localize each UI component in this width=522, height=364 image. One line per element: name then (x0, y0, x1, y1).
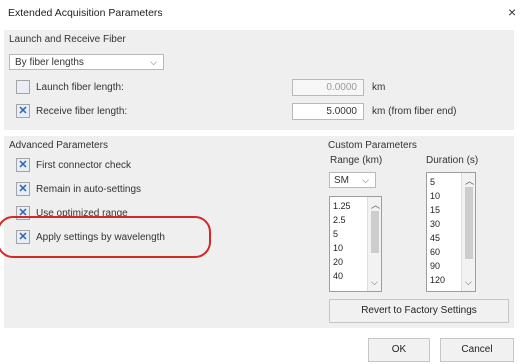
duration-header: Duration (s) (426, 155, 479, 166)
duration-item[interactable]: 90 (427, 259, 461, 273)
receive-fiber-value: 5.0000 (326, 106, 357, 117)
duration-scroll-thumb[interactable] (465, 187, 473, 259)
remain-auto-label: Remain in auto-settings (36, 184, 142, 195)
launch-fiber-input[interactable]: 0.0000 (292, 79, 364, 96)
range-scrollbar[interactable]: ︿ ⌵ (367, 197, 381, 291)
launch-fiber-checkbox[interactable] (16, 80, 30, 94)
duration-item[interactable]: 45 (427, 231, 461, 245)
duration-item[interactable]: 120 (427, 273, 461, 287)
advanced-title: Advanced Parameters (9, 140, 108, 151)
range-header: Range (km) (330, 155, 383, 166)
revert-factory-button[interactable]: Revert to Factory Settings (329, 299, 509, 323)
launch-receive-title: Launch and Receive Fiber (9, 34, 126, 45)
range-item[interactable]: 20 (330, 255, 366, 269)
first-connector-label: First connector check (36, 160, 132, 171)
duration-list: 5 10 15 30 45 60 90 120 (427, 175, 461, 287)
chevron-down-icon: ⌵ (362, 175, 369, 185)
duration-item[interactable]: 15 (427, 203, 461, 217)
range-item[interactable]: 10 (330, 241, 366, 255)
fiber-type-select[interactable]: SM ⌵ (329, 172, 376, 188)
remain-auto-checkbox[interactable] (16, 182, 30, 196)
launch-fiber-unit: km (372, 82, 386, 93)
launch-fiber-label: Launch fiber length: (36, 82, 124, 93)
range-listbox[interactable]: 1.25 2.5 5 10 20 40 ︿ ⌵ (329, 196, 382, 292)
highlight-annotation (0, 216, 211, 258)
chevron-down-icon[interactable]: ⌵ (465, 277, 472, 288)
close-icon[interactable]: × (508, 4, 516, 20)
range-item[interactable]: 2.5 (330, 213, 366, 227)
duration-item[interactable]: 60 (427, 245, 461, 259)
receive-fiber-input[interactable]: 5.0000 (292, 103, 364, 120)
dialog-title: Extended Acquisition Parameters (8, 7, 163, 19)
receive-fiber-unit: km (from fiber end) (372, 106, 457, 117)
chevron-up-icon[interactable]: ︿ (465, 174, 474, 187)
fiber-type-value: SM (334, 175, 349, 186)
duration-item[interactable]: 30 (427, 217, 461, 231)
duration-item[interactable]: 10 (427, 189, 461, 203)
range-scroll-thumb[interactable] (371, 211, 379, 253)
chevron-up-icon[interactable]: ︿ (371, 198, 380, 211)
custom-title: Custom Parameters (328, 140, 417, 151)
duration-scrollbar[interactable]: ︿ ⌵ (461, 173, 475, 291)
receive-fiber-label: Receive fiber length: (36, 106, 128, 117)
range-list: 1.25 2.5 5 10 20 40 (330, 199, 366, 283)
chevron-down-icon[interactable]: ⌵ (371, 277, 378, 288)
fiber-mode-select[interactable]: By fiber lengths ⌵ (9, 54, 164, 70)
ok-button[interactable]: OK (368, 338, 430, 362)
receive-fiber-checkbox[interactable] (16, 104, 30, 118)
duration-item[interactable]: 5 (427, 175, 461, 189)
launch-fiber-value: 0.0000 (326, 82, 357, 93)
fiber-mode-value: By fiber lengths (15, 57, 84, 68)
range-item[interactable]: 1.25 (330, 199, 366, 213)
cancel-button[interactable]: Cancel (440, 338, 514, 362)
chevron-down-icon: ⌵ (150, 57, 157, 67)
duration-listbox[interactable]: 5 10 15 30 45 60 90 120 ︿ ⌵ (426, 172, 476, 292)
first-connector-checkbox[interactable] (16, 158, 30, 172)
range-item[interactable]: 40 (330, 269, 366, 283)
range-item[interactable]: 5 (330, 227, 366, 241)
